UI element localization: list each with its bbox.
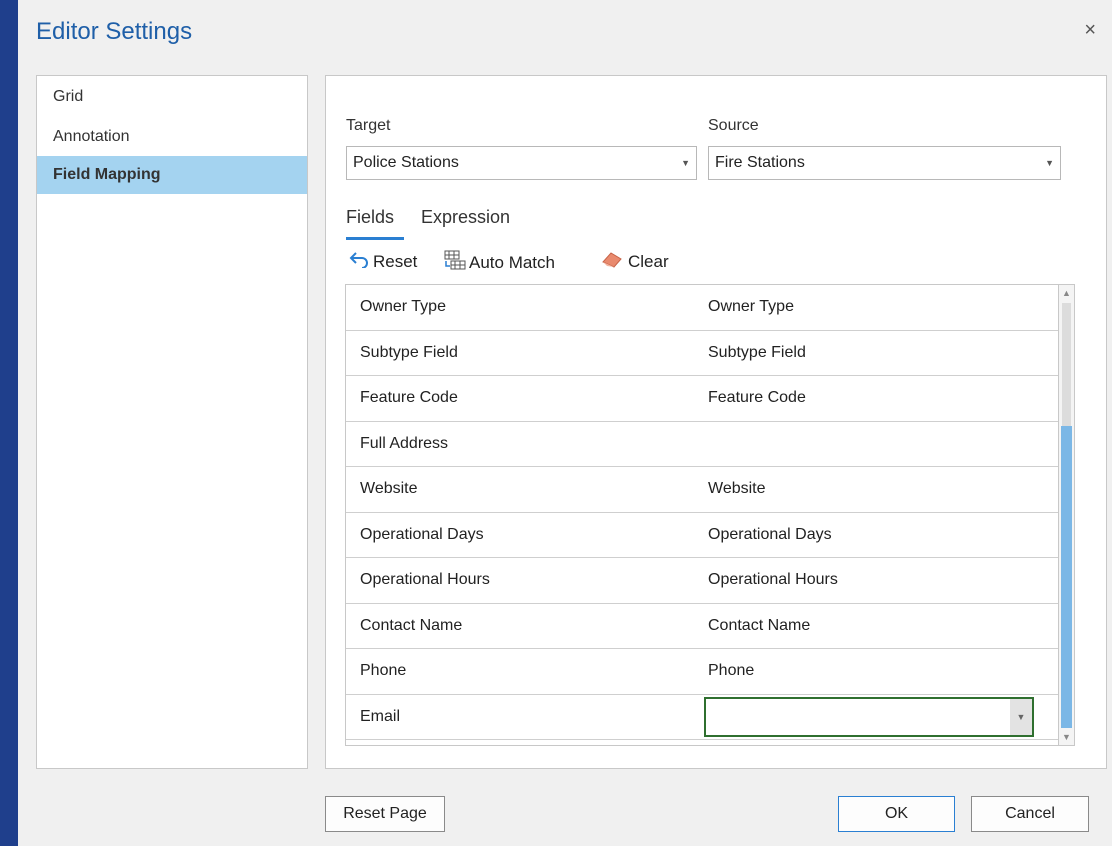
tab-fields[interactable]: Fields: [346, 207, 394, 228]
source-label: Source: [708, 117, 759, 134]
source-field-cell[interactable]: Feature Code: [708, 389, 806, 407]
source-field-cell[interactable]: Website: [708, 480, 766, 498]
source-field-cell[interactable]: Contact Name: [708, 617, 810, 635]
field-mapping-panel: Target Police Stations ▼ Source Fire Sta…: [325, 75, 1107, 769]
auto-match-button-label: Auto Match: [469, 252, 555, 272]
target-field-cell: Full Address: [360, 434, 449, 452]
target-field-cell: Phone: [360, 662, 407, 679]
scrollbar-track: [1062, 303, 1071, 426]
close-icon[interactable]: ×: [1084, 20, 1096, 40]
eraser-icon: [601, 250, 625, 273]
tab-expression[interactable]: Expression: [421, 207, 510, 228]
target-field-cell: Email: [360, 707, 401, 725]
ok-button[interactable]: OK: [838, 796, 955, 832]
table-row[interactable]: Subtype Field Subtype Field: [346, 331, 1059, 376]
scrollbar-thumb[interactable]: [1061, 426, 1072, 728]
auto-match-grid-icon: [444, 250, 466, 275]
chevron-down-icon: ▼: [1045, 158, 1054, 168]
field-mapping-grid: Owner Type Owner Type Subtype Field Subt…: [345, 284, 1059, 746]
undo-arrow-icon: [348, 250, 370, 273]
target-dropdown-value: Police Stations: [353, 154, 459, 171]
target-field-cell: Operational Days: [360, 525, 484, 543]
source-field-cell[interactable]: Operational Hours: [708, 571, 838, 589]
table-row[interactable]: Contact Name Contact Name: [346, 604, 1059, 649]
chevron-down-icon: ▼: [681, 158, 690, 168]
target-field-cell: Contact Name: [360, 616, 463, 634]
chevron-down-icon[interactable]: ▼: [1010, 698, 1032, 735]
target-dropdown[interactable]: Police Stations ▼: [346, 146, 697, 180]
source-dropdown[interactable]: Fire Stations ▼: [708, 146, 1061, 180]
reset-button[interactable]: Reset: [348, 250, 417, 273]
table-row[interactable]: Operational Days Operational Days: [346, 513, 1059, 558]
target-field-cell: Operational Hours: [360, 571, 490, 588]
source-field-cell[interactable]: Operational Days: [708, 526, 832, 544]
nav-item-grid[interactable]: Grid: [37, 76, 307, 118]
table-row[interactable]: Full Address: [346, 422, 1059, 467]
source-field-cell[interactable]: Phone: [708, 662, 754, 680]
table-row[interactable]: Owner Type Owner Type: [346, 285, 1059, 331]
clear-button-label: Clear: [628, 251, 669, 271]
scroll-down-icon[interactable]: ▼: [1059, 729, 1074, 745]
reset-button-label: Reset: [373, 251, 418, 271]
target-field-cell: Owner Type: [360, 298, 446, 315]
nav-item-annotation[interactable]: Annotation: [37, 118, 307, 156]
active-tab-indicator: [346, 237, 404, 240]
grid-scrollbar[interactable]: ▲ ▼: [1058, 284, 1075, 746]
source-field-dropdown[interactable]: ▼: [704, 696, 1034, 737]
scroll-up-icon[interactable]: ▲: [1059, 285, 1074, 301]
table-row[interactable]: Website Website: [346, 467, 1059, 513]
target-field-cell: Website: [360, 480, 418, 497]
source-dropdown-value: Fire Stations: [715, 154, 805, 171]
editor-settings-dialog: Editor Settings × Grid Annotation Field …: [18, 0, 1112, 846]
settings-nav: Grid Annotation Field Mapping: [36, 75, 308, 769]
table-row[interactable]: Feature Code Feature Code: [346, 376, 1059, 422]
target-field-cell: Feature Code: [360, 389, 458, 406]
nav-item-field-mapping[interactable]: Field Mapping: [37, 156, 307, 194]
cancel-button[interactable]: Cancel: [971, 796, 1089, 832]
table-row[interactable]: Phone Phone: [346, 649, 1059, 695]
dialog-title: Editor Settings: [36, 18, 193, 45]
clear-button[interactable]: Clear: [601, 250, 669, 273]
table-row[interactable]: Email ▼: [346, 695, 1059, 740]
target-label: Target: [346, 117, 391, 134]
table-row[interactable]: Operational Hours Operational Hours: [346, 558, 1059, 604]
target-field-cell: Subtype Field: [360, 343, 458, 361]
reset-page-button[interactable]: Reset Page: [325, 796, 445, 832]
auto-match-button[interactable]: Auto Match: [444, 250, 555, 275]
source-field-cell[interactable]: Owner Type: [708, 298, 794, 316]
source-field-cell[interactable]: Subtype Field: [708, 344, 806, 362]
